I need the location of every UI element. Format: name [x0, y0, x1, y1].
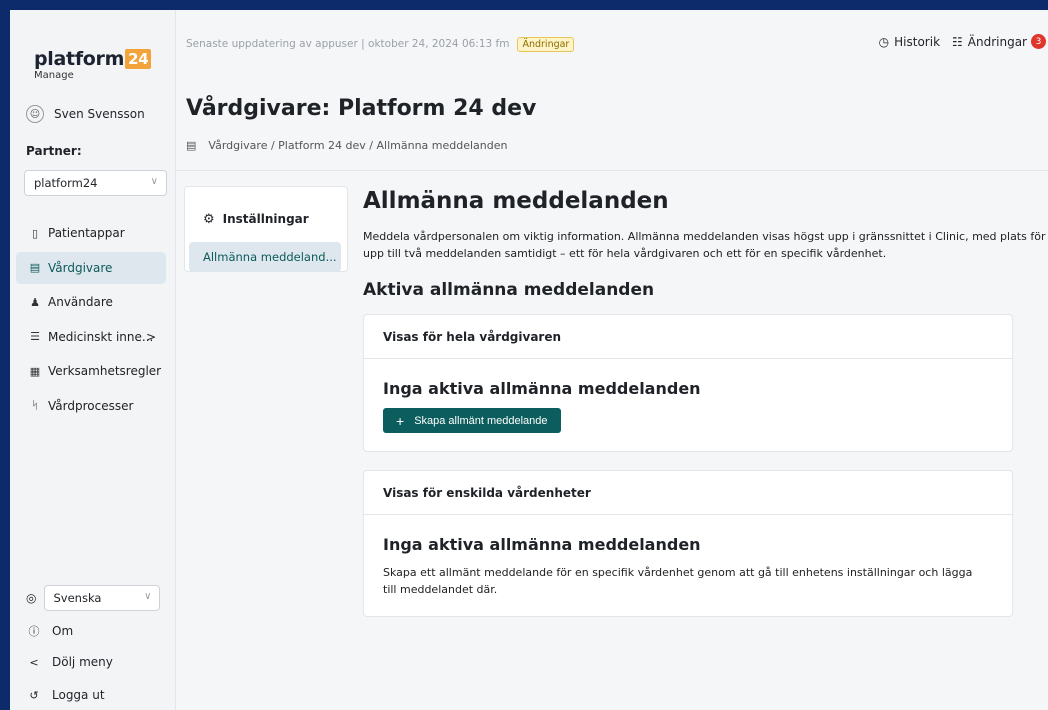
top-actions: ◷ Historik ☷ Ändringar 3: [879, 34, 1046, 49]
logo-badge: 24: [125, 49, 152, 69]
empty-state-title: Inga aktiva allmänna meddelanden: [383, 379, 701, 398]
hierarchy-icon: ☷: [952, 34, 963, 49]
logout-button[interactable]: ↺ Logga ut: [26, 688, 105, 702]
language-value: Svenska: [53, 591, 102, 605]
logout-label: Logga ut: [52, 688, 105, 702]
sidebar: platform 24 Manage ☺ Sven Svensson Partne…: [10, 10, 176, 710]
sidebar-nav: ▯ Patientappar ▤ Vårdgivare ♟ Användare …: [16, 217, 166, 424]
clock-icon: ◷: [878, 34, 890, 49]
sidebar-item-verksamhetsregler[interactable]: ▦ Verksamhetsregler: [16, 355, 166, 387]
sidebar-item-label: Verksamhetsregler: [48, 364, 162, 378]
partner-value: platform24: [34, 176, 98, 190]
sidebar-item-vardgivare[interactable]: ▤ Vårdgivare: [16, 251, 166, 284]
update-text: Senaste uppdatering av appuser | oktober…: [186, 38, 510, 50]
sidebar-item-vardprocesser[interactable]: ᛋ Vårdprocesser: [16, 390, 166, 422]
gear-icon: ⚙: [203, 211, 215, 227]
settings-title: Inställningar: [222, 212, 309, 226]
user-name: Sven Svensson: [54, 107, 145, 121]
building-icon: ▤: [29, 261, 41, 274]
update-bar: Senaste uppdatering av appuser | oktober…: [186, 34, 1046, 54]
sidebar-item-label: Användare: [48, 295, 113, 309]
empty-state-title: Inga aktiva allmänna meddelanden: [383, 535, 701, 554]
active-messages-title: Aktiva allmänna meddelanden: [363, 280, 655, 300]
logo-subtitle: Manage: [34, 70, 74, 81]
changes-label: Ändringar: [967, 34, 1027, 49]
sidebar-item-label: Vårdprocesser: [48, 398, 134, 413]
language-select[interactable]: Svenska ∨: [44, 585, 161, 611]
empty-state-text: Skapa ett allmänt meddelande för en spec…: [383, 566, 973, 596]
breadcrumb: ▤ Vårdgivare / Platform 24 dev / Allmänn…: [186, 139, 508, 152]
card-whole-provider: Visas för hela vårdgivaren Inga aktiva a…: [363, 314, 1013, 452]
logout-icon: ↺: [29, 688, 39, 702]
card-body: Inga aktiva allmänna meddelanden + Skapa…: [364, 359, 1012, 451]
app-window: platform 24 Manage ☺ Sven Svensson Partne…: [10, 10, 1048, 710]
about-link[interactable]: ⓘ Om: [26, 623, 74, 639]
user-profile[interactable]: ☺ Sven Svensson: [26, 105, 145, 123]
breadcrumb-text[interactable]: Vårdgivare / Platform 24 dev / Allmänna …: [208, 139, 507, 152]
about-label: Om: [52, 624, 74, 638]
branch-icon: ᛋ: [31, 399, 39, 412]
rules-icon: ▦: [29, 364, 41, 378]
card-body: Inga aktiva allmänna meddelanden Skapa e…: [364, 515, 1012, 616]
hide-menu-label: Dölj meny: [52, 655, 113, 669]
card-header: Visas för enskilda vårdenheter: [364, 471, 1012, 515]
hide-menu-button[interactable]: < Dölj meny: [26, 655, 113, 669]
changes-button[interactable]: ☷ Ändringar 3: [952, 34, 1046, 49]
chevron-right-icon: >: [145, 329, 156, 344]
chevron-down-icon: ∨: [144, 591, 152, 602]
page-title: Vårdgivare: Platform 24 dev: [186, 96, 537, 121]
phone-icon: ▯: [31, 226, 39, 240]
changes-count: 3: [1031, 34, 1046, 49]
users-icon: ♟: [30, 295, 40, 309]
settings-header[interactable]: ⚙ Inställningar: [185, 187, 347, 233]
section-title: Allmänna meddelanden: [363, 188, 669, 214]
main-content: Allmänna meddelanden Meddela vårdpersona…: [363, 188, 1048, 635]
create-message-label: Skapa allmänt meddelande: [414, 414, 548, 427]
divider: [176, 170, 1048, 171]
logo-text: platform: [34, 48, 125, 70]
sidebar-item-anvandare[interactable]: ♟ Användare: [16, 286, 166, 318]
section-description: Meddela vårdpersonalen om viktig informa…: [363, 230, 1046, 260]
sidebar-item-label: Patientappar: [48, 226, 125, 240]
settings-panel: ⚙ Inställningar Allmänna meddeland...: [184, 186, 348, 272]
partner-select[interactable]: platform24 ∨: [24, 170, 167, 196]
history-button[interactable]: ◷ Historik: [879, 35, 940, 49]
card-header: Visas för hela vårdgivaren: [364, 315, 1012, 359]
logo: platform 24 Manage: [34, 48, 152, 81]
chevron-left-icon: <: [29, 655, 39, 669]
info-icon: ⓘ: [28, 625, 40, 638]
building-icon: ▤: [186, 139, 197, 152]
globe-icon: ◎: [26, 591, 37, 605]
card-individual-units: Visas för enskilda vårdenheter Inga akti…: [363, 470, 1013, 617]
sidebar-item-medicinskt[interactable]: ☰ Medicinskt inne... >: [16, 321, 166, 353]
user-icon: ☺: [26, 105, 44, 123]
history-label: Historik: [894, 34, 941, 49]
changes-badge: Ändringar: [517, 36, 575, 52]
plus-icon: +: [396, 412, 405, 429]
partner-label: Partner:: [26, 144, 82, 158]
language-selector: ◎ Svenska ∨: [26, 585, 161, 611]
list-icon: ☰: [30, 330, 40, 343]
sidebar-item-label: Vårdgivare: [48, 260, 113, 275]
settings-item-allmanna-meddelanden[interactable]: Allmänna meddeland...: [189, 242, 341, 272]
sidebar-item-patientappar[interactable]: ▯ Patientappar: [16, 217, 166, 249]
chevron-down-icon: ∨: [150, 176, 158, 187]
sidebar-item-label: Medicinskt inne...: [48, 329, 154, 344]
create-message-button[interactable]: + Skapa allmänt meddelande: [383, 408, 561, 433]
